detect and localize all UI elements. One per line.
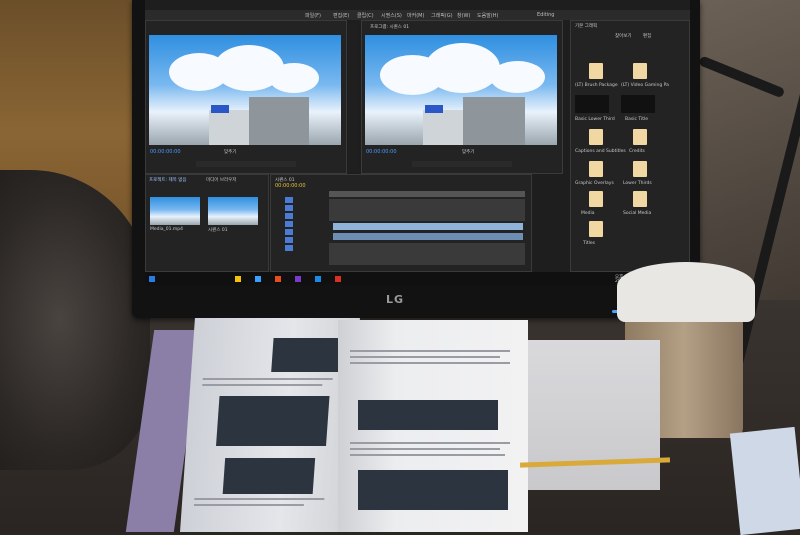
menu-item[interactable]: 마커(M): [407, 12, 424, 19]
track-toggle[interactable]: [285, 237, 293, 243]
track-toggle[interactable]: [285, 229, 293, 235]
menu-item[interactable]: 그래픽(G): [431, 12, 453, 19]
workspace-label[interactable]: Editing: [537, 12, 554, 18]
graphic-item[interactable]: Media: [581, 211, 595, 216]
timeline-panel: 시퀀스 01 00:00:00:00: [270, 174, 532, 272]
menu-item[interactable]: 클립(C): [357, 12, 374, 19]
track-toggle[interactable]: [285, 221, 293, 227]
video-track[interactable]: [329, 199, 525, 221]
folder-icon[interactable]: [589, 63, 603, 79]
program-title: 프로그램: 시퀀스 01: [370, 25, 410, 30]
app-icon[interactable]: [315, 276, 321, 282]
essential-graphics-panel: 기본 그래픽 찾아보기 편집 (LT) Brush Package (LT) V…: [570, 20, 690, 272]
program-monitor: 프로그램: 시퀀스 01 00:00:00:00 맞추기: [361, 20, 563, 174]
folder-icon[interactable]: [633, 191, 647, 207]
thumbnail[interactable]: [621, 95, 655, 113]
graphic-item[interactable]: (LT) Video Gaming Pa: [621, 83, 669, 88]
menu-item[interactable]: 파일(F): [305, 12, 321, 19]
source-video-frame: [149, 35, 341, 145]
thumbnail[interactable]: [575, 95, 609, 113]
clip-name[interactable]: Media_01.mp4: [150, 227, 183, 232]
audio-track[interactable]: [329, 243, 525, 265]
tab-project[interactable]: 프로젝트: 제목 없음: [149, 177, 187, 183]
graphic-item[interactable]: Titles: [583, 241, 595, 246]
panel-title: 기본 그래픽: [575, 24, 598, 29]
notebook: [729, 426, 800, 535]
app-icon[interactable]: [235, 276, 241, 282]
sequence-thumbnail[interactable]: [208, 197, 258, 225]
source-monitor: 00:00:00:00 맞추기: [145, 20, 347, 174]
coffee-cup-lid: [617, 262, 755, 322]
source-timecode: 00:00:00:00: [150, 149, 181, 155]
app-icon[interactable]: [275, 276, 281, 282]
menu-item[interactable]: 편집(E): [333, 12, 349, 19]
taskbar: [145, 272, 690, 285]
clip-thumbnail[interactable]: [150, 197, 200, 225]
folder-icon[interactable]: [589, 161, 603, 177]
source-transport-controls[interactable]: [196, 161, 296, 167]
program-timecode: 00:00:00:00: [366, 149, 397, 155]
graphic-item[interactable]: Captions and Subtitles: [575, 149, 626, 154]
menu-item[interactable]: 창(W): [457, 12, 470, 19]
track-toggle[interactable]: [285, 245, 293, 251]
folder-icon[interactable]: [633, 161, 647, 177]
graphic-item[interactable]: Basic Title: [625, 117, 648, 122]
track-toggle[interactable]: [285, 197, 293, 203]
book-page-right: [338, 320, 528, 532]
folder-icon[interactable]: [633, 129, 647, 145]
app-icon[interactable]: [295, 276, 301, 282]
screen: 파일(F) 편집(E) 클립(C) 시퀀스(S) 마커(M) 그래픽(G) 창(…: [145, 0, 690, 285]
folder-icon[interactable]: [589, 221, 603, 237]
time-ruler[interactable]: [329, 191, 525, 197]
program-fit[interactable]: 맞추기: [462, 149, 474, 155]
audio-clip[interactable]: [333, 233, 523, 240]
app-icon[interactable]: [335, 276, 341, 282]
folder-icon[interactable]: [589, 191, 603, 207]
graphic-item[interactable]: (LT) Brush Package: [575, 83, 618, 88]
tab-media-browser[interactable]: 미디어 브라우저: [206, 177, 236, 183]
program-video-frame: [365, 35, 557, 145]
graphic-item[interactable]: Credits: [629, 149, 645, 154]
source-fit[interactable]: 맞추기: [224, 149, 236, 155]
menu-item[interactable]: 시퀀스(S): [381, 12, 402, 19]
book-page-left: [180, 318, 360, 532]
tool-strip: [348, 24, 358, 172]
folder-icon[interactable]: [633, 63, 647, 79]
tab-edit[interactable]: 편집: [643, 33, 651, 39]
graphic-item[interactable]: Lower Thirds: [623, 181, 652, 186]
menu-item[interactable]: 도움말(H): [477, 12, 498, 19]
start-icon[interactable]: [149, 276, 155, 282]
sequence-name[interactable]: 시퀀스 01: [208, 227, 228, 233]
graphic-item[interactable]: Social Media: [623, 211, 651, 216]
track-toggle[interactable]: [285, 213, 293, 219]
monitor-brand: LG: [386, 293, 405, 306]
folder-icon[interactable]: [589, 129, 603, 145]
app-icon[interactable]: [255, 276, 261, 282]
graphic-item[interactable]: Graphic Overlays: [575, 181, 614, 186]
tab-browse[interactable]: 찾아보기: [615, 33, 632, 39]
timeline-timecode: 00:00:00:00: [275, 183, 306, 189]
graphic-item[interactable]: Basic Lower Third: [575, 117, 615, 122]
video-clip[interactable]: [333, 223, 523, 230]
project-panel: 프로젝트: 제목 없음 미디어 브라우저 Media_01.mp4 시퀀스 01: [145, 174, 269, 272]
track-toggle[interactable]: [285, 205, 293, 211]
program-transport-controls[interactable]: [412, 161, 512, 167]
menu-bar: 파일(F) 편집(E) 클립(C) 시퀀스(S) 마커(M) 그래픽(G) 창(…: [145, 10, 690, 20]
